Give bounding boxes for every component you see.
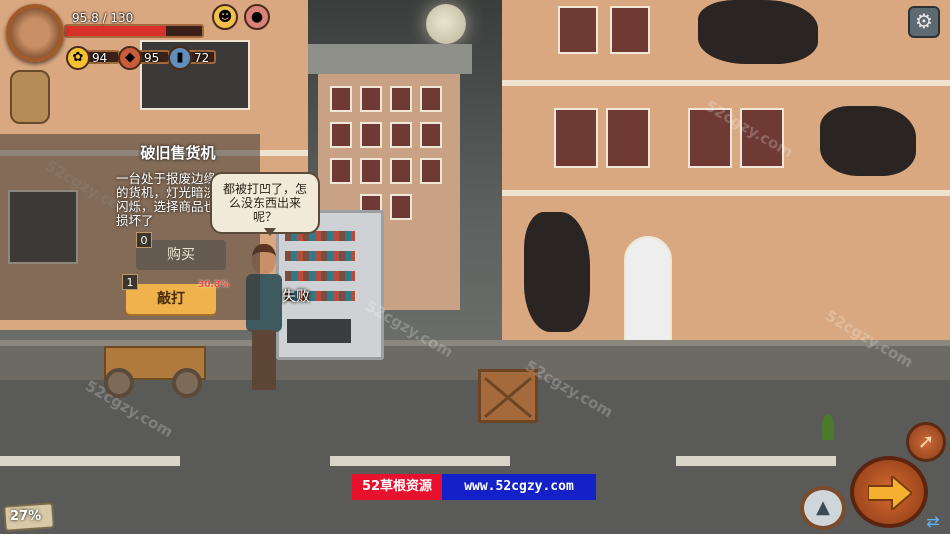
fail-text: 失败	[282, 289, 310, 305]
site-banner-right: www.52cgzy.com	[442, 474, 596, 500]
map-icon[interactable]: ▲	[800, 486, 846, 530]
lane-marking	[330, 456, 510, 466]
game-scene: 52cgzy.com 52cgzy.com 52cgzy.com 52cgzy.…	[0, 0, 950, 534]
hit-chance: 30.8%	[198, 280, 230, 290]
lane-marking	[676, 456, 836, 466]
hunger-status-icon[interactable]: ☻	[212, 4, 238, 30]
water-value: 95	[144, 51, 160, 65]
gear-icon[interactable]: ⚙	[908, 6, 940, 38]
object-description: 一台处于报废边缘的货机，灯光暗淡闪烁，选择商品也损坏了	[116, 171, 217, 228]
health-bar	[64, 24, 204, 38]
progress-percent: 27%	[10, 509, 42, 524]
hit-cost-badge: 1	[122, 274, 138, 290]
right-building	[502, 0, 950, 342]
food-value: 94	[92, 51, 108, 65]
speech-bubble: 都被打凹了，怎么没东西出来呢？	[210, 172, 320, 236]
wooden-crate[interactable]	[478, 369, 538, 423]
small-plant	[822, 414, 834, 440]
backpack-icon[interactable]	[10, 70, 50, 124]
bottle-icon: ▮	[168, 46, 192, 70]
energy-value: 72	[194, 51, 210, 65]
moon	[426, 4, 466, 44]
buy-cost-badge: 0	[136, 232, 152, 248]
run-icon[interactable]: ➚	[906, 422, 946, 462]
site-banner-left: 52草根资源	[352, 474, 442, 500]
lane-marking	[0, 456, 180, 466]
health-text: 95.8 / 130	[72, 11, 134, 25]
food-icon: ✿	[66, 46, 90, 70]
meat-status-icon[interactable]: ●	[244, 4, 270, 30]
arrow-right-icon	[868, 476, 912, 510]
swap-icon[interactable]: ⇄	[920, 512, 946, 532]
next-area-button[interactable]	[850, 456, 928, 528]
meat-icon: ◆	[118, 46, 142, 70]
scrap-cart[interactable]	[104, 336, 214, 398]
gray-building	[302, 44, 472, 74]
player-portrait[interactable]	[6, 4, 64, 62]
object-title: 破旧售货机	[140, 144, 216, 162]
